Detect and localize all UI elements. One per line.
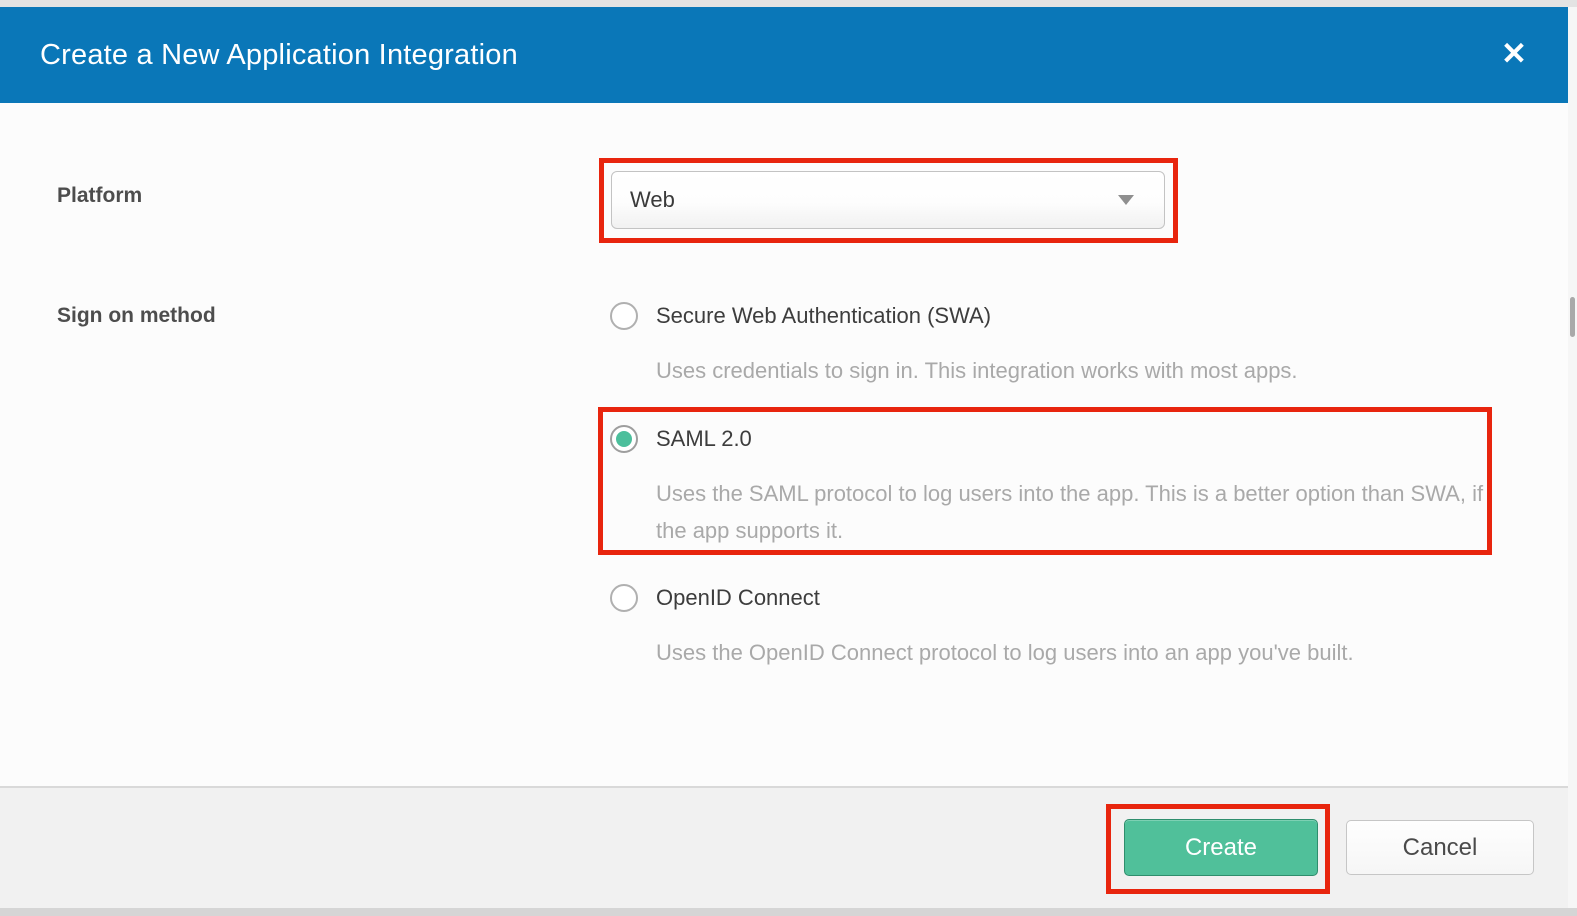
radio-button-openid[interactable]: [610, 584, 638, 612]
dialog-body: Platform Web Sign on method Secure Web A…: [0, 103, 1568, 786]
create-app-integration-dialog: Create a New Application Integration ✕ P…: [0, 0, 1577, 916]
radio-option-description: Uses the OpenID Connect protocol to log …: [656, 634, 1488, 671]
radio-option-label: OpenID Connect: [656, 585, 820, 611]
radio-button-swa[interactable]: [610, 302, 638, 330]
create-button[interactable]: Create: [1124, 819, 1318, 876]
page-background-top-strip: [0, 0, 1577, 7]
cancel-button[interactable]: Cancel: [1346, 820, 1534, 875]
radio-option-swa[interactable]: Secure Web Authentication (SWA) Uses cre…: [610, 302, 1490, 392]
page-background-right-strip: [1568, 7, 1577, 908]
page-background-bottom-strip: [0, 908, 1577, 916]
chevron-down-icon: [1118, 195, 1134, 205]
dialog-title: Create a New Application Integration: [40, 7, 518, 103]
platform-select[interactable]: Web: [611, 171, 1165, 229]
dialog-footer: Create Cancel: [0, 786, 1568, 908]
radio-option-label: SAML 2.0: [656, 426, 752, 452]
scrollbar-thumb[interactable]: [1570, 297, 1575, 337]
platform-select-value: Web: [630, 187, 675, 213]
radio-option-saml[interactable]: SAML 2.0 Uses the SAML protocol to log u…: [610, 425, 1490, 555]
platform-label: Platform: [57, 184, 142, 208]
dialog-header: Create a New Application Integration ✕: [0, 7, 1568, 103]
close-icon[interactable]: ✕: [1489, 7, 1539, 103]
radio-button-saml-selected[interactable]: [610, 425, 638, 453]
sign-on-method-label: Sign on method: [57, 304, 216, 328]
radio-option-description: Uses the SAML protocol to log users into…: [656, 475, 1488, 549]
radio-option-label: Secure Web Authentication (SWA): [656, 303, 991, 329]
radio-option-openid[interactable]: OpenID Connect Uses the OpenID Connect p…: [610, 584, 1490, 674]
radio-option-description: Uses credentials to sign in. This integr…: [656, 352, 1488, 389]
